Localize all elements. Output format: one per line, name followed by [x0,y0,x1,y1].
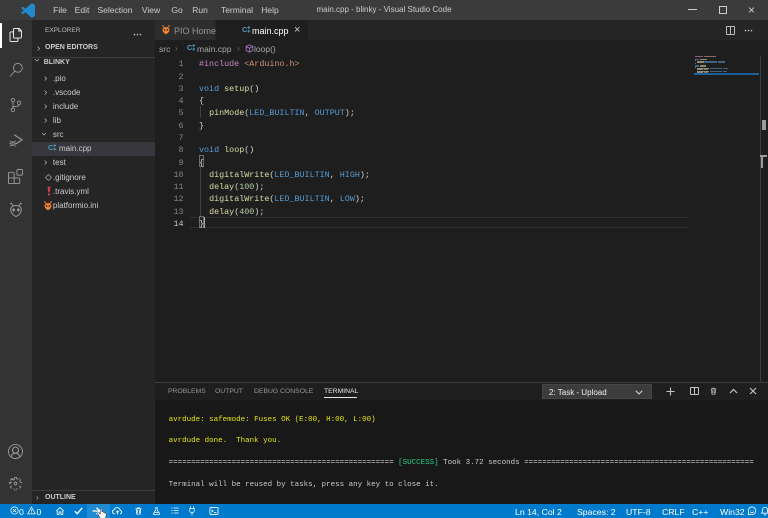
svg-text:C: C [242,25,248,34]
svg-text:C: C [187,43,193,52]
svg-text:C: C [48,143,54,152]
